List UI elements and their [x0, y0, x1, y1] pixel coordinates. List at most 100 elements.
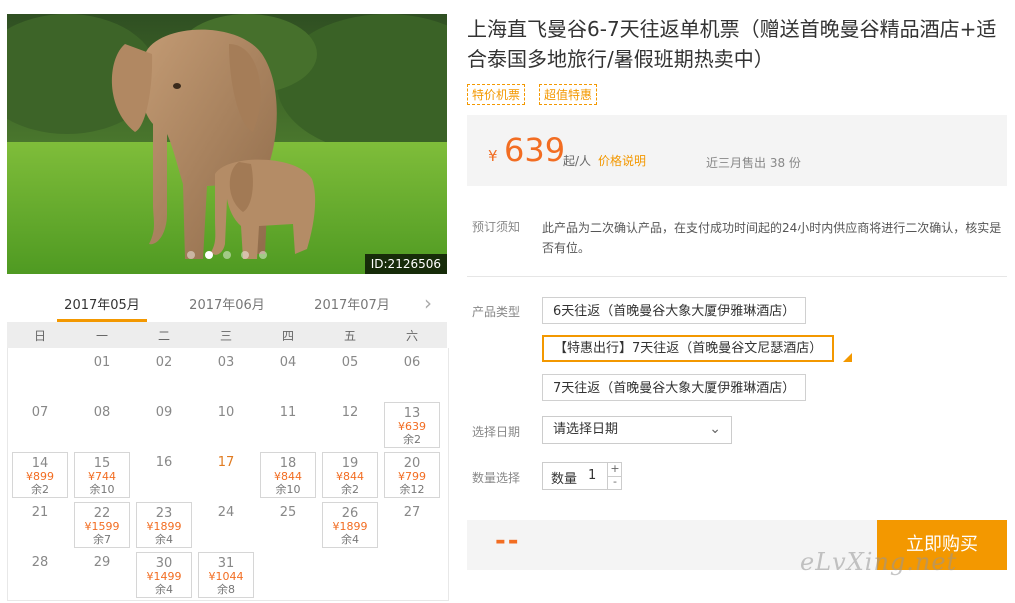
day-remaining: 余8 — [217, 583, 235, 596]
calendar-day: 28 — [12, 552, 68, 598]
day-number: 07 — [31, 405, 49, 420]
day-number: 04 — [279, 355, 297, 370]
month-tabs: 2017年05月 2017年06月 2017年07月 — [7, 286, 447, 323]
calendar-day: 01 — [74, 352, 130, 398]
day-remaining: 余12 — [399, 483, 425, 496]
day-price: ¥1899 — [332, 520, 368, 533]
day-number: 09 — [155, 405, 173, 420]
day-price: ¥1599 — [84, 520, 120, 533]
calendar-day-available[interactable]: 19 ¥844 余2 — [322, 452, 378, 498]
carousel-dot[interactable] — [223, 251, 231, 259]
calendar-day: 17 — [198, 452, 254, 498]
tab-month-june[interactable]: 2017年06月 — [182, 294, 272, 313]
day-number: 19 — [341, 456, 359, 471]
day-number: 15 — [93, 456, 111, 471]
notice-text: 此产品为二次确认产品，在支付成功时间起的24小时内供应商将进行二次确认，核实是否… — [542, 221, 1002, 255]
day-number: 26 — [341, 506, 359, 521]
chevron-down-icon: ⌄ — [709, 421, 721, 437]
day-number: 02 — [155, 355, 173, 370]
day-remaining: 余4 — [341, 533, 359, 546]
quantity-stepper[interactable]: 数量 1 + - — [542, 462, 622, 490]
day-number: 28 — [31, 555, 49, 570]
day-remaining: 余4 — [155, 533, 173, 546]
date-label: 选择日期 — [472, 425, 521, 439]
calendar-day-available[interactable]: 15 ¥744 余10 — [74, 452, 130, 498]
calendar-day: 10 — [198, 402, 254, 448]
weekday-header: 日一二三四五六 — [7, 322, 447, 348]
day-number: 31 — [217, 556, 235, 571]
tab-month-may[interactable]: 2017年05月 — [57, 294, 147, 313]
product-type-label: 产品类型 — [472, 305, 521, 319]
calendar-day-available[interactable]: 26 ¥1899 余4 — [322, 502, 378, 548]
calendar-day: 06 — [384, 352, 440, 398]
chevron-right-icon[interactable]: › — [424, 291, 432, 315]
day-number: 27 — [403, 505, 421, 520]
calendar-day-available[interactable]: 30 ¥1499 余4 — [136, 552, 192, 598]
date-select[interactable]: 请选择日期 ⌄ — [542, 416, 732, 444]
calendar-day: 27 — [384, 502, 440, 548]
day-price: ¥844 — [336, 470, 364, 483]
product-type-option-1[interactable]: 6天往返（首晚曼谷大象大厦伊雅琳酒店） — [542, 297, 807, 324]
calendar-day-available[interactable]: 18 ¥844 余10 — [260, 452, 316, 498]
carousel-dot[interactable] — [259, 251, 267, 259]
currency-symbol: ¥ — [488, 147, 498, 165]
day-number: 25 — [279, 505, 297, 520]
weekday-label: 三 — [219, 329, 232, 343]
calendar-day: 05 — [322, 352, 378, 398]
calendar-day-available[interactable]: 14 ¥899 余2 — [12, 452, 68, 498]
day-price: ¥1044 — [208, 570, 244, 583]
tab-month-july[interactable]: 2017年07月 — [307, 294, 397, 313]
product-title: 上海直飞曼谷6-7天往返单机票（赠送首晚曼谷精品酒店+适合泰国多地旅行/暑假班期… — [467, 17, 997, 71]
decrement-button[interactable]: - — [607, 476, 622, 489]
tag-special-ticket: 特价机票 — [467, 84, 526, 105]
day-remaining: 余2 — [341, 483, 359, 496]
day-remaining: 余7 — [93, 533, 111, 546]
day-number: 29 — [93, 555, 111, 570]
image-id-badge: ID:2126506 — [364, 254, 447, 274]
calendar-day: 12 — [322, 402, 378, 448]
tag-great-value: 超值特惠 — [539, 84, 598, 105]
calendar-day: 04 — [260, 352, 316, 398]
product-type-option-3[interactable]: 7天往返（首晚曼谷大象大厦伊雅琳酒店） — [542, 374, 807, 401]
carousel-dot[interactable] — [187, 251, 195, 259]
notice-label: 预订须知 — [472, 220, 521, 234]
day-remaining: 余2 — [403, 433, 421, 446]
price-unit: 起/人 — [563, 154, 592, 168]
calendar-day-available[interactable]: 13 ¥639 余2 — [384, 402, 440, 448]
weekday-label: 二 — [157, 329, 170, 343]
calendar-day: 08 — [74, 402, 130, 448]
product-image-carousel[interactable]: ID:2126506 — [7, 14, 447, 274]
price-calendar: 01 02 03 04 05 06 07 08 09 10 11 12 13 ¥639 余2 14 ¥899 余2… — [7, 348, 449, 601]
weekday-label: 日 — [33, 329, 46, 343]
day-number: 22 — [93, 506, 111, 521]
price-amount: 639 — [504, 131, 566, 169]
day-price: ¥799 — [398, 470, 426, 483]
day-number: 12 — [341, 405, 359, 420]
day-remaining: 余4 — [155, 583, 173, 596]
day-number: 08 — [93, 405, 111, 420]
weekday-label: 六 — [405, 329, 418, 343]
calendar-day: 29 — [74, 552, 130, 598]
calendar-day-available[interactable]: 31 ¥1044 余8 — [198, 552, 254, 598]
carousel-dot[interactable] — [241, 251, 249, 259]
product-type-option-2-selected[interactable]: 【特惠出行】7天往返（首晚曼谷文尼瑟酒店） — [542, 335, 835, 362]
day-remaining: 余2 — [31, 483, 49, 496]
calendar-day: 16 — [136, 452, 192, 498]
calendar-day: 11 — [260, 402, 316, 448]
day-number: 23 — [155, 506, 173, 521]
calendar-day-available[interactable]: 23 ¥1899 余4 — [136, 502, 192, 548]
quantity-field-label: 数量 — [551, 472, 578, 487]
calendar-day-available[interactable]: 22 ¥1599 余7 — [74, 502, 130, 548]
calendar-day: 02 — [136, 352, 192, 398]
calendar-day: 09 — [136, 402, 192, 448]
quantity-value[interactable]: 1 — [588, 468, 596, 483]
total-price: -- — [495, 526, 521, 556]
carousel-dot-active[interactable] — [205, 251, 213, 259]
calendar-day-available[interactable]: 20 ¥799 余12 — [384, 452, 440, 498]
day-number: 21 — [31, 505, 49, 520]
day-number: 30 — [155, 556, 173, 571]
elephants-photo — [7, 14, 447, 274]
day-price: ¥844 — [274, 470, 302, 483]
price-explanation-link[interactable]: 价格说明 — [598, 152, 646, 169]
day-number: 24 — [217, 505, 235, 520]
